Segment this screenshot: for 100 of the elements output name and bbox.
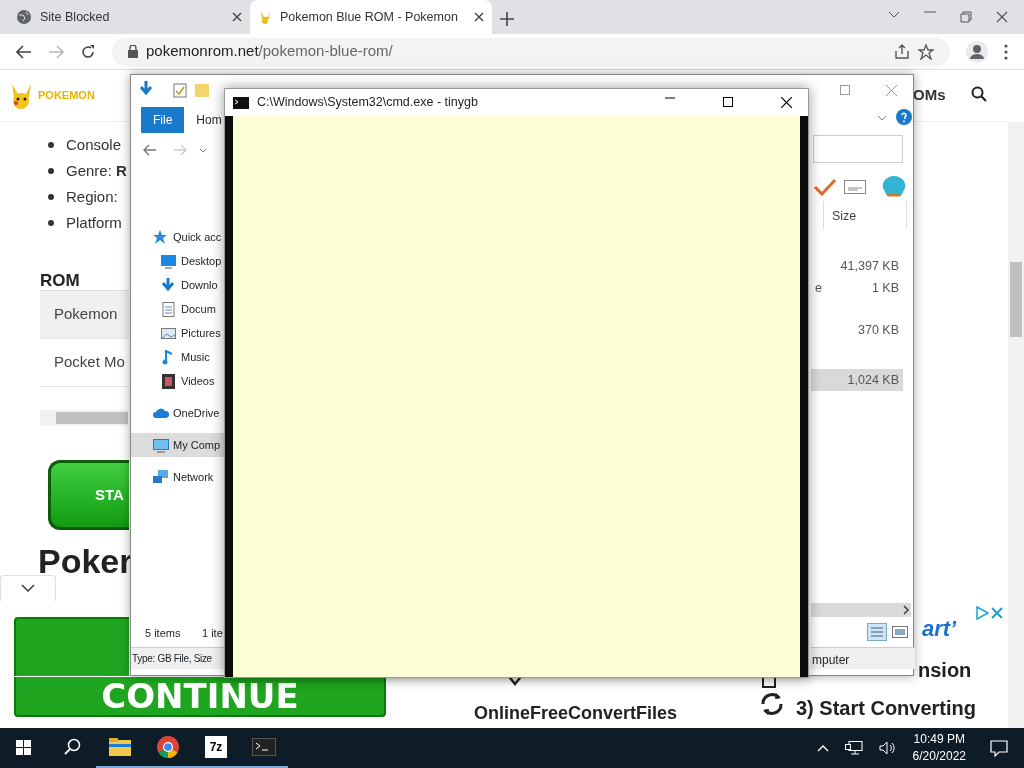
console-icon: [233, 96, 249, 109]
search-field[interactable]: [813, 135, 903, 163]
share-icon[interactable]: [894, 43, 910, 60]
nav-pane-item[interactable]: Music: [131, 345, 224, 369]
star-icon: [153, 229, 169, 245]
back-icon[interactable]: [16, 44, 32, 59]
archive-app-icon[interactable]: 7z: [205, 736, 227, 758]
download-arrow-icon: [139, 81, 153, 97]
network-icon: [153, 469, 169, 485]
new-tab-icon[interactable]: [500, 12, 514, 26]
info-bar: Type: GB File, Size: [131, 647, 224, 669]
ad-text: 3) Start Converting: [796, 696, 977, 721]
tab-title: Site Blocked: [40, 8, 111, 26]
bullet-dot: [48, 220, 54, 226]
status-text: 1 ite: [202, 626, 223, 641]
nav-link[interactable]: OMs: [913, 84, 946, 107]
forward-icon: [48, 44, 64, 59]
pikachu-icon: [258, 9, 272, 25]
ribbon-tab[interactable]: File: [141, 107, 185, 133]
chevron-right-icon[interactable]: [903, 605, 909, 615]
table-cell: Pokemon: [40, 291, 129, 339]
nav-pane-item[interactable]: Docum: [131, 297, 224, 321]
globe-icon: [16, 9, 32, 25]
browser-tab[interactable]: Pokemon Blue ROM - Pokemon: [250, 0, 492, 34]
envelope-icon[interactable]: [844, 180, 866, 194]
url-text: pokemonrom.net/pokemon-blue-rom/: [146, 41, 393, 62]
logo-text: POKEMON: [38, 88, 95, 104]
video-icon: [161, 373, 177, 389]
thumbnail-view-icon[interactable]: [892, 626, 908, 638]
search-icon[interactable]: [971, 86, 987, 102]
list-text: Platform: [66, 212, 122, 233]
bullet-dot: [48, 194, 54, 200]
list-text: Genre: R: [66, 160, 127, 181]
tab-title: Pokemon Blue ROM - Pokemon: [280, 8, 459, 26]
document-icon: [161, 301, 177, 317]
notifications-icon[interactable]: [990, 739, 1008, 757]
properties-icon[interactable]: [173, 83, 187, 98]
ad-text: art’: [922, 615, 957, 643]
nav-pane-item[interactable]: Desktop: [131, 249, 224, 273]
horizontal-scrollbar[interactable]: [811, 603, 911, 617]
desktop-icon: [161, 253, 177, 269]
volume-icon[interactable]: [878, 741, 897, 755]
console-icon[interactable]: [252, 738, 276, 756]
lock-icon: [128, 45, 138, 58]
nav-pane-item[interactable]: OneDrive: [131, 401, 224, 425]
nav-pane-item[interactable]: Quick acc: [131, 225, 224, 249]
list-text: Console: [66, 134, 122, 155]
computer-icon: [153, 437, 169, 453]
browser-tab[interactable]: Site Blocked: [8, 0, 250, 34]
close-icon[interactable]: [781, 97, 792, 108]
window-title: C:\Windows\System32\cmd.exe - tinygb: [257, 94, 479, 112]
chevron-down-icon[interactable]: [888, 11, 900, 19]
chevron-down-icon[interactable]: [21, 584, 35, 592]
horizontal-scrollbar[interactable]: [40, 410, 128, 426]
table-header: ROM: [40, 270, 80, 292]
chevron-up-icon[interactable]: [816, 744, 829, 752]
nav-pane-item[interactable]: Pictures: [131, 321, 224, 345]
ad-choices-icon[interactable]: [975, 606, 989, 620]
nav-pane-item[interactable]: Network: [131, 465, 224, 489]
chrome-icon[interactable]: [157, 736, 179, 758]
maximize-icon[interactable]: [723, 97, 733, 107]
checkmark-icon[interactable]: [813, 178, 837, 196]
file-row[interactable]: 1,024 KB: [811, 369, 903, 391]
brand-text: OnlineFreeConvertFiles: [474, 702, 678, 725]
help-icon[interactable]: [896, 109, 912, 125]
picture-icon: [161, 325, 177, 341]
close-icon[interactable]: [232, 12, 242, 22]
clock-date[interactable]: 6/20/2022: [912, 748, 966, 765]
download-icon: [161, 277, 177, 293]
nav-pane-item[interactable]: Videos: [131, 369, 224, 393]
ad-text: nsion: [918, 658, 972, 683]
file-row[interactable]: e 1 KB: [811, 277, 903, 299]
chevron-down-icon[interactable]: [199, 148, 207, 153]
file-row[interactable]: 41,397 KB: [811, 255, 903, 277]
folder-icon[interactable]: [109, 738, 131, 756]
address-bar[interactable]: pokemonrom.net/pokemon-blue-rom/: [112, 37, 950, 66]
bullet-dot: [48, 168, 54, 174]
forward-icon: [173, 144, 187, 156]
scrollbar[interactable]: [1008, 122, 1024, 728]
clock-time[interactable]: 10:49 PM: [913, 731, 965, 748]
profile-icon[interactable]: [966, 40, 988, 63]
more-menu-icon[interactable]: [1004, 43, 1008, 60]
page-heading: Poker: [38, 541, 133, 582]
nav-pane-item[interactable]: Downlo: [131, 273, 224, 297]
back-icon[interactable]: [143, 144, 157, 156]
status-text: 5 items: [145, 626, 181, 641]
nav-pane-item[interactable]: My Comp: [131, 433, 224, 457]
reload-icon[interactable]: [80, 43, 96, 60]
restore-icon[interactable]: [960, 11, 972, 23]
network-icon[interactable]: [844, 741, 863, 755]
bullet-dot: [48, 142, 54, 148]
info-bar: mputer: [811, 647, 915, 669]
table-cell: Pocket Mo: [40, 339, 129, 387]
column-header[interactable]: Size: [823, 201, 907, 229]
star-icon[interactable]: [918, 43, 934, 60]
file-row[interactable]: 370 KB: [811, 299, 903, 361]
list-text: Region:: [66, 186, 118, 207]
close-icon[interactable]: [474, 12, 484, 22]
shell-icon[interactable]: [882, 175, 906, 197]
ribbon-tab[interactable]: Hom: [184, 107, 222, 133]
